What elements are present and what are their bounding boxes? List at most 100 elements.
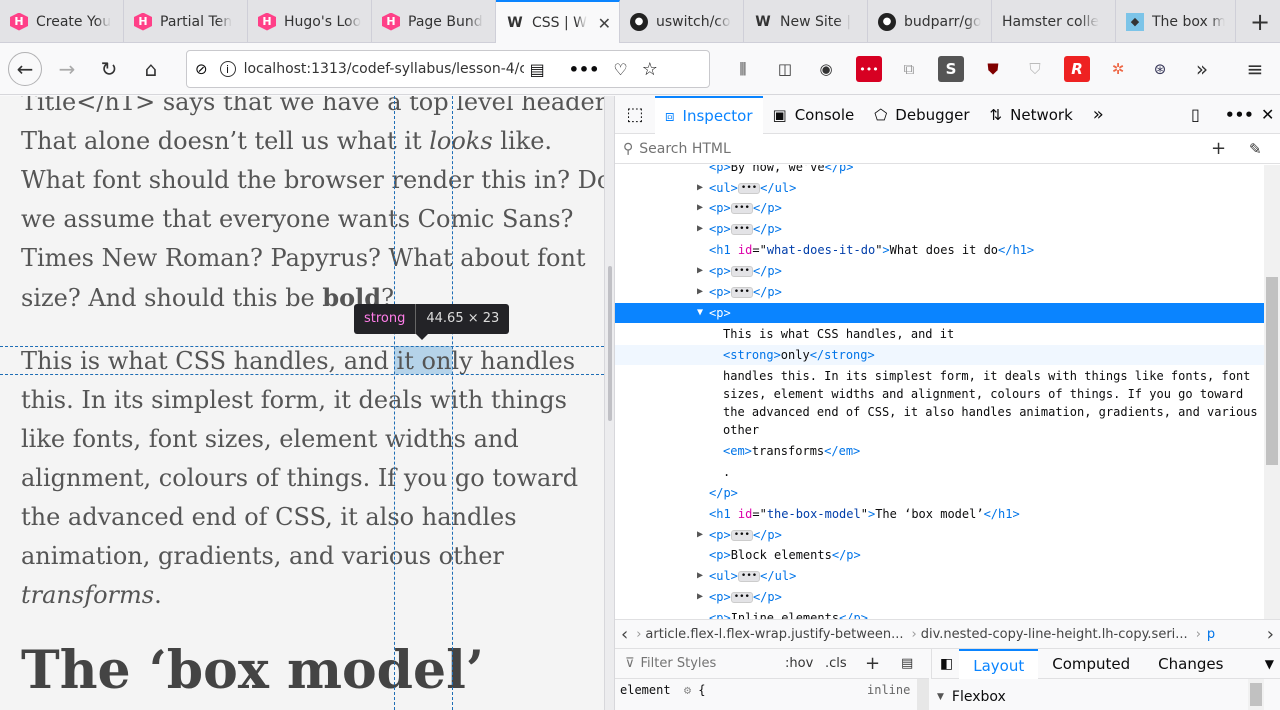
pocket-icon[interactable]: ♡ (613, 60, 627, 79)
tab-computed[interactable]: Computed (1038, 649, 1144, 679)
collapsed-ellipsis[interactable]: ••• (730, 224, 753, 235)
markup-row[interactable]: </p> (615, 483, 1264, 503)
expand-triangle-icon[interactable]: ▶ (697, 525, 703, 545)
reload-button[interactable]: ↻ (92, 52, 126, 86)
markup-row[interactable]: ▶ <p> ••• </p> (615, 219, 1264, 239)
close-tab-icon[interactable]: ✕ (598, 14, 611, 33)
markup-row[interactable]: ▶ <p> ••• </p> (615, 587, 1264, 607)
browser-tab-8[interactable]: Hamster colle (992, 0, 1116, 43)
ublock-icon[interactable]: ⛊ (980, 56, 1006, 82)
tracking-protection-icon[interactable]: ⊘ (195, 60, 208, 78)
collapsed-ellipsis[interactable]: ••• (730, 287, 753, 298)
collapse-triangle-icon[interactable]: ▼ (937, 692, 944, 702)
tab-changes[interactable]: Changes (1144, 649, 1237, 679)
extension-globe-icon[interactable]: ⊛ (1147, 56, 1173, 82)
hov-toggle[interactable]: :hov (785, 656, 813, 671)
collapsed-ellipsis[interactable]: ••• (730, 266, 753, 277)
add-node-icon[interactable]: + (1211, 138, 1226, 159)
expand-triangle-icon[interactable]: ▶ (697, 261, 703, 281)
eyedropper-icon[interactable]: ✎ (1249, 140, 1262, 158)
account-icon[interactable]: ◉ (813, 56, 839, 82)
cls-toggle[interactable]: .cls (825, 656, 847, 671)
rules-scrollbar[interactable] (917, 679, 929, 710)
library-icon[interactable]: ⫼ (730, 56, 756, 82)
dock-icon[interactable]: ▯ (1181, 96, 1210, 134)
extension-copy-icon[interactable]: ⧉ (896, 56, 922, 82)
new-tab-button[interactable]: + (1240, 0, 1280, 43)
markup-row[interactable]: ▶ <p> ••• </p> (615, 282, 1264, 302)
markup-row[interactable]: ▶ <p> ••• </p> (615, 261, 1264, 281)
more-tabs-chevron-icon[interactable]: » (1083, 96, 1114, 134)
element-picker-button[interactable]: ⬚ (615, 96, 655, 134)
chevron-down-icon[interactable]: ▼ (1265, 657, 1274, 671)
browser-tab-5[interactable]: ● uswitch/co (620, 0, 744, 43)
extension-r-icon[interactable]: R (1064, 56, 1090, 82)
tab-layout[interactable]: Layout (959, 648, 1039, 679)
markup-row-selected[interactable]: ▼ <p> (615, 303, 1264, 323)
expand-triangle-icon[interactable]: ▶ (697, 219, 703, 239)
markup-text-node[interactable]: This is what CSS handles, and it (615, 324, 1264, 344)
collapsed-ellipsis[interactable]: ••• (737, 183, 761, 194)
scrollbar-thumb[interactable] (1266, 277, 1278, 465)
more-actions-icon[interactable]: ••• (569, 60, 600, 79)
markup-row[interactable]: <p>Block elements</p> (615, 545, 1264, 565)
markup-row[interactable]: ▶ <ul> ••• </ul> (615, 566, 1264, 586)
scrollbar-thumb[interactable] (608, 266, 612, 421)
print-media-icon[interactable]: ▤ (901, 656, 913, 671)
expand-triangle-icon[interactable]: ▶ (697, 178, 703, 198)
info-icon[interactable]: i (219, 61, 236, 77)
search-html-input[interactable]: Search HTML (639, 141, 731, 157)
markup-scrollbar[interactable] (1264, 165, 1280, 619)
flexbox-section[interactable]: ▼ Flexbox (937, 689, 1006, 705)
hamburger-menu-icon[interactable]: ≡ (1242, 56, 1268, 82)
markup-row[interactable]: ▶ <p> ••• </p> (615, 198, 1264, 218)
breadcrumb-item-p[interactable]: p (1207, 627, 1215, 642)
extension-shield-icon[interactable]: ⛉ (1022, 56, 1048, 82)
page-scrollbar[interactable] (604, 96, 615, 710)
home-button[interactable]: ⌂ (134, 52, 168, 86)
expand-triangle-icon[interactable]: ▶ (697, 566, 703, 586)
search-html-bar[interactable]: ⚲ Search HTML + ✎ (615, 134, 1280, 164)
markup-row[interactable]: <h1 id="what-does-it-do">What does it do… (615, 240, 1264, 260)
breadcrumb-item-article[interactable]: article.flex-l.flex-wrap.justify-between… (645, 627, 903, 642)
browser-tab-9[interactable]: ◆ The box m (1116, 0, 1236, 43)
browser-tab-4-active[interactable]: W CSS | W ✕ (496, 0, 620, 43)
tab-network[interactable]: ⇅ Network (980, 96, 1083, 134)
extension-network-icon[interactable]: ✲ (1105, 56, 1131, 82)
markup-text-node[interactable]: handles this. In its simplest form, it d… (723, 367, 1258, 439)
filter-styles-input[interactable]: Filter Styles (641, 656, 717, 671)
collapsed-ellipsis[interactable]: ••• (737, 571, 761, 582)
layout-scrollbar[interactable] (1248, 679, 1264, 710)
back-button[interactable]: ← (8, 51, 42, 86)
extension-s-icon[interactable]: S (938, 56, 964, 82)
tab-inspector[interactable]: ⧈ Inspector (655, 95, 763, 134)
tab-console[interactable]: ▣ Console (763, 96, 865, 134)
bookmark-star-icon[interactable]: ☆ (642, 59, 658, 80)
close-devtools-icon[interactable]: ✕ (1251, 96, 1280, 134)
p2-strong-only[interactable]: only (422, 347, 473, 375)
browser-tab-7[interactable]: ● budparr/go (868, 0, 992, 43)
browser-tab-1[interactable]: H Partial Ten (124, 0, 248, 43)
browser-tab-3[interactable]: H Page Bund (372, 0, 496, 43)
markup-row[interactable]: <p>Inline elements</p> (615, 608, 1264, 619)
markup-row-strong[interactable]: <strong>only</strong> (615, 345, 1264, 365)
tab-debugger[interactable]: ⬠ Debugger (864, 96, 979, 134)
expand-triangle-icon[interactable]: ▶ (697, 198, 703, 218)
collapse-triangle-icon[interactable]: ▼ (697, 303, 703, 323)
breadcrumb-item-div[interactable]: div.nested-copy-line-height.lh-copy.seri… (921, 627, 1188, 642)
forward-button[interactable]: → (50, 52, 84, 86)
markup-row[interactable]: ▶ <ul> ••• </ul> (615, 178, 1264, 198)
breadcrumb-left-arrow-icon[interactable]: ‹ (621, 624, 628, 645)
markup-text-node[interactable]: . (615, 462, 1264, 482)
browser-tab-0[interactable]: H Create You (0, 0, 124, 43)
breadcrumb-right-arrow-icon[interactable]: › (1267, 624, 1274, 645)
extension-red-icon[interactable]: ••• (856, 56, 882, 82)
url-bar[interactable]: ⊘ i localhost:1313/codef-syllabus/lesson… (186, 50, 710, 88)
overflow-chevron-icon[interactable]: » (1189, 56, 1215, 82)
markup-row[interactable]: ▶ <p> ••• </p> (615, 525, 1264, 545)
toggle-sidebar-icon[interactable]: ◧ (940, 656, 953, 672)
expand-triangle-icon[interactable]: ▶ (697, 587, 703, 607)
reader-view-icon[interactable]: ▤ (530, 60, 545, 79)
collapsed-ellipsis[interactable]: ••• (730, 203, 753, 214)
add-rule-icon[interactable]: + (865, 653, 880, 674)
